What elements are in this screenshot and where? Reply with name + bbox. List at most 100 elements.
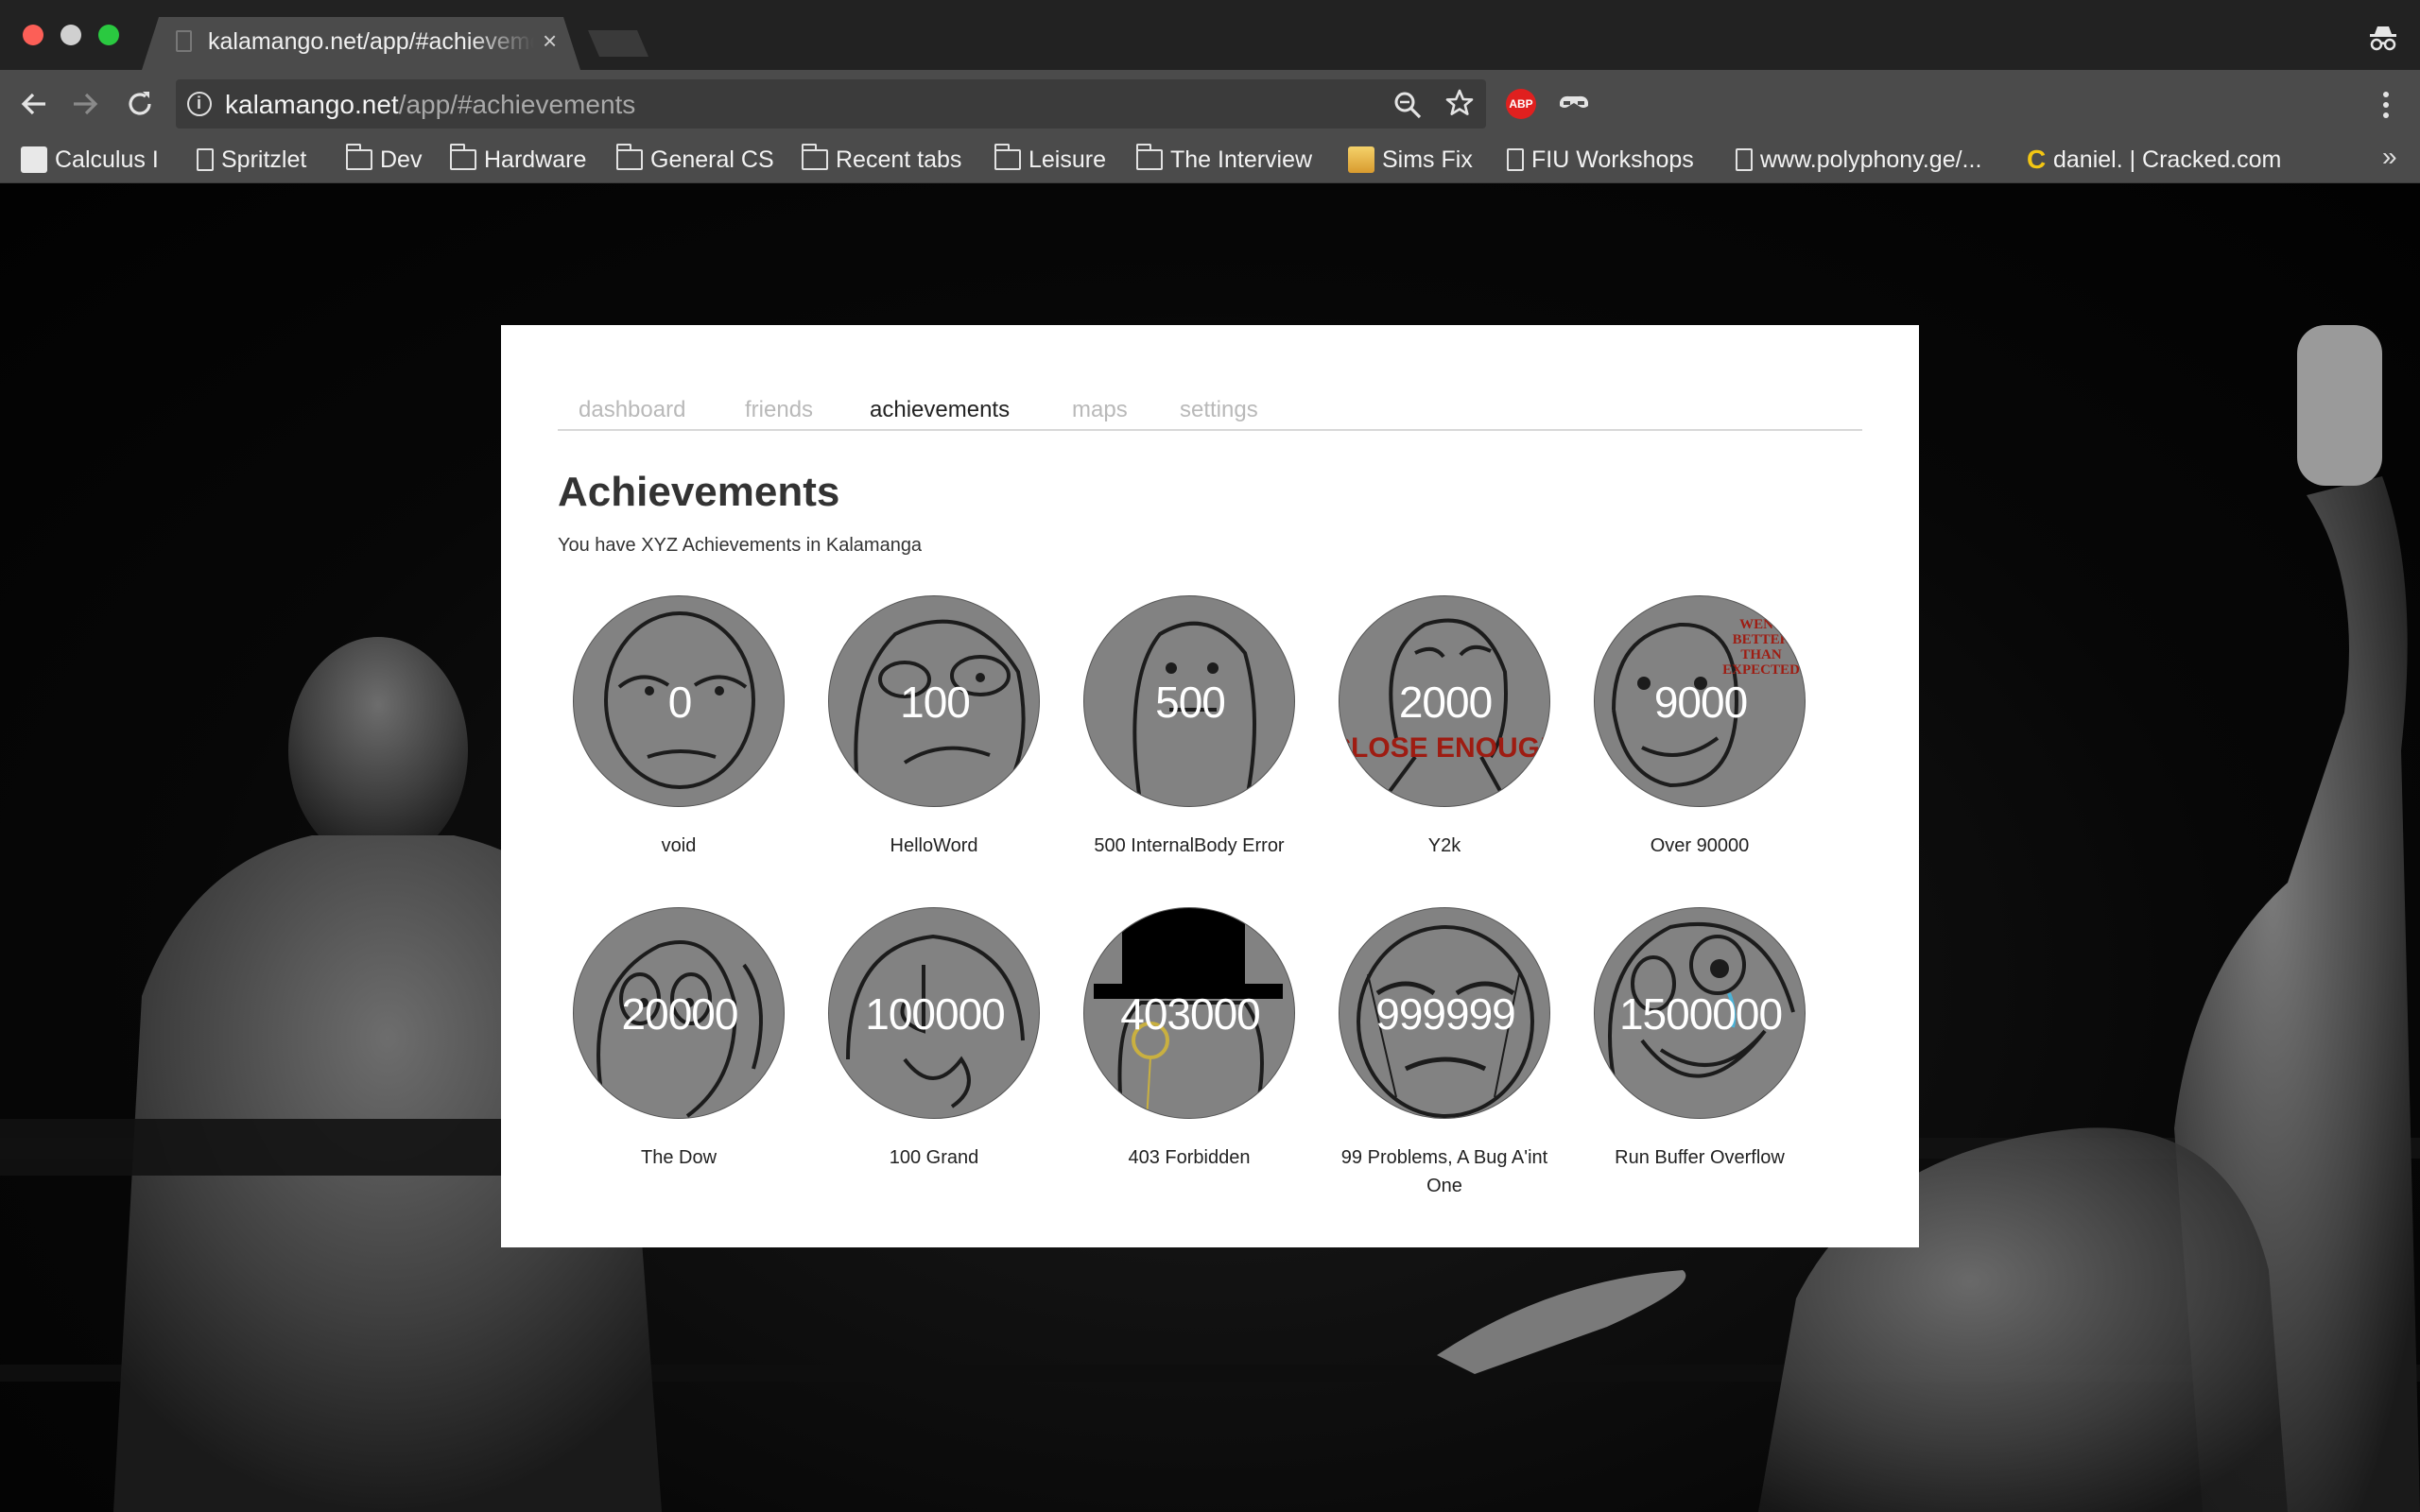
- achievement-badge: 20000: [573, 907, 785, 1119]
- bookmark-label: The Interview: [1170, 146, 1313, 173]
- apple-icon: [21, 146, 47, 173]
- achievement-name: Over 90000: [1650, 835, 1750, 856]
- achievement-name: void: [661, 835, 697, 856]
- achievement-y2k[interactable]: CLOSE ENOUGH 2000 Y2k: [1331, 595, 1558, 860]
- cracked-icon: C: [2027, 145, 2047, 174]
- achievement-badge: CLOSE ENOUGH 2000: [1339, 595, 1550, 807]
- achievement-number: 1500000: [1618, 989, 1783, 1039]
- bookmark-label: Sims Fix: [1382, 146, 1473, 173]
- back-arrow-icon[interactable]: [17, 87, 51, 121]
- achievement-name: 100 Grand: [889, 1147, 979, 1168]
- bookmark-sims-fix[interactable]: Sims Fix: [1348, 143, 1473, 177]
- bookmark-label: Calculus I: [55, 146, 159, 173]
- incognito-icon[interactable]: [2369, 25, 2397, 51]
- bookmarks-overflow-chevron-icon[interactable]: »: [2382, 142, 2397, 172]
- achievement-number: 9000: [1653, 678, 1748, 727]
- tab-settings[interactable]: settings: [1180, 397, 1258, 423]
- window-minimize-button[interactable]: [60, 25, 81, 45]
- glasses-extension-icon[interactable]: [1558, 93, 1590, 113]
- achievement-number: 2000: [1398, 678, 1493, 727]
- bookmark-label: Spritzlet: [221, 146, 307, 173]
- achievement-name: HelloWord: [890, 835, 978, 856]
- achievement-badge: 100000: [828, 907, 1040, 1119]
- folder-icon: [615, 144, 643, 170]
- bookmark-label: Recent tabs: [836, 146, 962, 173]
- url-host: kalamango.net: [225, 90, 399, 119]
- achievement-badge: 500: [1083, 595, 1295, 807]
- tab-achievements[interactable]: achievements: [870, 397, 1010, 423]
- bookmark-folder-dev[interactable]: Dev: [345, 143, 423, 177]
- bookmark-fiu-workshops[interactable]: FIU Workshops: [1507, 143, 1694, 177]
- bookmark-label: Dev: [380, 146, 423, 173]
- bookmark-star-icon[interactable]: [1444, 88, 1475, 118]
- bookmark-label: General CS: [650, 146, 774, 173]
- bookmark-label: Leisure: [1028, 146, 1106, 173]
- tab-maps[interactable]: maps: [1072, 397, 1128, 423]
- site-info-icon[interactable]: [187, 92, 212, 116]
- tab-close-icon[interactable]: ×: [543, 28, 557, 53]
- page-title: Achievements: [558, 469, 840, 515]
- achievement-number: 100: [900, 678, 971, 727]
- achievement-badge: 0: [573, 595, 785, 807]
- page-icon: [197, 148, 214, 171]
- url-text[interactable]: kalamango.net/app/#achievements: [225, 90, 635, 120]
- achievement-500-internalbody-error[interactable]: 500 500 InternalBody Error: [1076, 595, 1303, 860]
- page-icon: [1736, 148, 1753, 171]
- achievement-number: 500: [1155, 678, 1226, 727]
- url-path: /app/#achievements: [398, 90, 636, 119]
- bookmark-folder-the-interview[interactable]: The Interview: [1135, 143, 1313, 177]
- window-close-button[interactable]: [23, 25, 43, 45]
- achievement-run-buffer-overflow[interactable]: 1500000 Run Buffer Overflow: [1586, 907, 1813, 1172]
- bookmark-polyphony[interactable]: www.polyphony.ge/...: [1736, 143, 1981, 177]
- reload-icon[interactable]: [123, 87, 157, 121]
- achievement-badge: 403000: [1083, 907, 1295, 1119]
- achievement-badge: WENT BETTER THAN EXPECTED 9000: [1594, 595, 1806, 807]
- bookmark-folder-hardware[interactable]: Hardware: [449, 143, 587, 177]
- achievements-count-text: You have XYZ Achievements in Kalamanga: [558, 535, 923, 556]
- zoom-icon[interactable]: [1393, 91, 1422, 119]
- window-maximize-button[interactable]: [98, 25, 119, 45]
- bookmark-folder-recent-tabs[interactable]: Recent tabs: [801, 143, 962, 177]
- achievement-number: 999999: [1375, 989, 1516, 1039]
- achievement-name: 500 InternalBody Error: [1094, 835, 1285, 856]
- folder-icon: [449, 144, 476, 170]
- folder-icon: [345, 144, 372, 170]
- achievement-name: 403 Forbidden: [1128, 1147, 1251, 1168]
- achievement-403-forbidden[interactable]: 403000 403 Forbidden: [1076, 907, 1303, 1172]
- achievement-name: 99 Problems, A Bug A'int One: [1340, 1147, 1548, 1196]
- forward-arrow-icon[interactable]: [68, 87, 102, 121]
- bookmark-folder-general-cs[interactable]: General CS: [615, 143, 774, 177]
- page-icon: [1507, 148, 1524, 171]
- achievement-void[interactable]: 0 void: [565, 595, 792, 860]
- achievements-card: dashboard friends achievements maps sett…: [501, 325, 1919, 1247]
- bookmark-calculus-i[interactable]: Calculus I: [21, 143, 159, 177]
- bookmark-label: Hardware: [484, 146, 587, 173]
- browser-tab-title[interactable]: kalamango.net/app/#achievements: [208, 28, 534, 56]
- tab-friends[interactable]: friends: [745, 397, 813, 423]
- achievement-99-problems[interactable]: 999999 99 Problems, A Bug A'int One: [1331, 907, 1558, 1200]
- tab-dashboard[interactable]: dashboard: [579, 397, 685, 423]
- adblock-plus-icon[interactable]: ABP: [1506, 89, 1536, 119]
- achievement-the-dow[interactable]: 20000 The Dow: [565, 907, 792, 1172]
- bookmark-cracked[interactable]: C daniel. | Cracked.com: [2027, 143, 2281, 177]
- achievement-number: 403000: [1120, 989, 1261, 1039]
- achievement-number: 0: [667, 678, 693, 727]
- sims-icon: [1348, 146, 1374, 173]
- bookmark-spritzlet[interactable]: Spritzlet: [197, 143, 306, 177]
- achievement-helloword[interactable]: 100 HelloWord: [821, 595, 1047, 860]
- bookmark-label: daniel. | Cracked.com: [2053, 146, 2282, 173]
- achievement-name: Run Buffer Overflow: [1615, 1147, 1785, 1168]
- bookmark-label: FIU Workshops: [1531, 146, 1694, 173]
- achievement-number: 20000: [621, 989, 739, 1039]
- achievement-100-grand[interactable]: 100000 100 Grand: [821, 907, 1047, 1172]
- achievement-over-90000[interactable]: WENT BETTER THAN EXPECTED 9000 Over 9000…: [1586, 595, 1813, 860]
- folder-icon: [994, 144, 1021, 170]
- bookmark-label: www.polyphony.ge/...: [1760, 146, 1982, 173]
- tab-favicon-page-icon: [176, 30, 192, 52]
- folder-icon: [1135, 144, 1163, 170]
- achievement-badge: 100: [828, 595, 1040, 807]
- browser-menu-icon[interactable]: [2380, 89, 2392, 121]
- bookmark-folder-leisure[interactable]: Leisure: [994, 143, 1106, 177]
- achievement-badge: 999999: [1339, 907, 1550, 1119]
- achievement-name: The Dow: [640, 1147, 717, 1168]
